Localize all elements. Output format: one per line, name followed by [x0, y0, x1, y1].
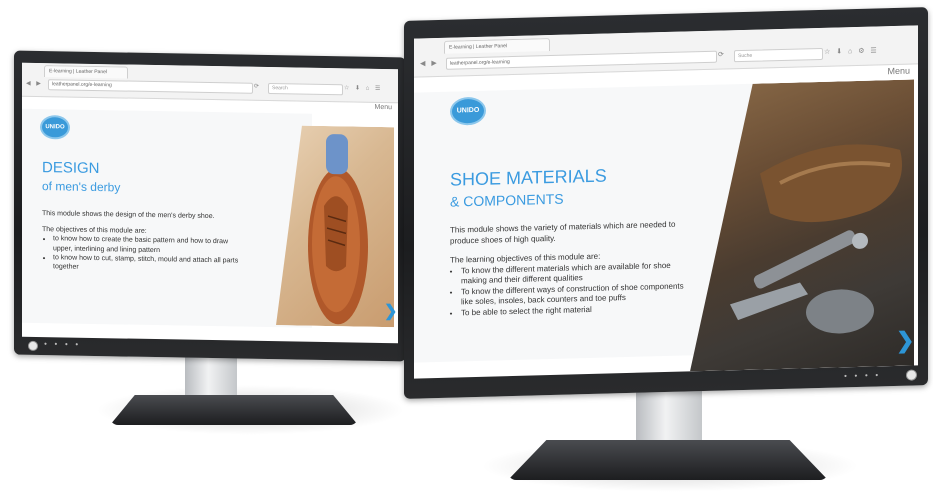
unido-logo-icon: UNIDO	[450, 96, 486, 126]
right-next-arrow-icon[interactable]: ❯	[896, 327, 914, 353]
right-objectives-list: To know the different materials which ar…	[450, 260, 686, 319]
right-intro-text: This module shows the variety of materia…	[450, 219, 676, 246]
left-bezel-buttons[interactable]: ● ● ● ●	[44, 341, 81, 348]
right-page-subtitle: & COMPONENTS	[450, 190, 564, 210]
right-url-bar[interactable]: leatherpanel.org/e-learning	[446, 50, 717, 70]
right-power-icon[interactable]	[906, 369, 917, 381]
right-search-input[interactable]: Suche	[734, 47, 823, 63]
left-tab-title: E-learning | Leather Panel	[49, 68, 108, 76]
left-menu-link[interactable]: Menu	[374, 104, 392, 111]
left-page-subtitle: of men's derby	[42, 179, 121, 195]
left-browser-toolbar: E-learning | Leather Panel ◀ ▶ leatherpa…	[22, 62, 398, 104]
left-url-text: leatherpanel.org/e-learning	[52, 81, 112, 89]
left-search-input[interactable]: Search	[268, 83, 343, 96]
right-tab-title: E-learning | Leather Panel	[449, 43, 508, 51]
right-menu-link[interactable]: Menu	[887, 66, 910, 77]
right-bezel-buttons[interactable]: ● ● ● ●	[844, 372, 881, 379]
right-browser-tab[interactable]: E-learning | Leather Panel	[444, 38, 550, 54]
left-reload-icon[interactable]: ⟳	[254, 83, 261, 90]
left-page-title: DESIGN	[42, 159, 100, 178]
right-monitor-bezel: E-learning | Leather Panel ◀ ▶ leatherpa…	[404, 7, 928, 399]
left-monitor-base	[110, 395, 358, 425]
left-intro-text: This module shows the design of the men'…	[42, 210, 215, 221]
right-monitor-base	[508, 440, 828, 480]
right-nav-icons[interactable]: ◀ ▶	[420, 59, 439, 67]
left-power-icon[interactable]	[28, 340, 38, 351]
right-description: This module shows the variety of materia…	[450, 219, 686, 319]
left-url-bar[interactable]: leatherpanel.org/e-learning	[48, 79, 253, 94]
left-next-arrow-icon[interactable]: ❯	[384, 301, 397, 321]
right-reload-icon[interactable]: ⟳	[718, 50, 726, 58]
right-browser-toolbar: E-learning | Leather Panel ◀ ▶ leatherpa…	[414, 25, 918, 78]
right-url-text: leatherpanel.org/e-learning	[450, 59, 510, 67]
left-description: This module shows the design of the men'…	[42, 209, 242, 275]
list-item: to know how to cut, stamp, stitch, mould…	[53, 253, 242, 275]
left-search-placeholder: Search	[272, 85, 288, 92]
unido-logo-icon: UNIDO	[40, 115, 70, 140]
right-search-placeholder: Suche	[738, 52, 753, 60]
right-toolbar-icons[interactable]: ☆ ⬇ ⌂ ⚙ ☰	[824, 46, 879, 55]
left-screen: E-learning | Leather Panel ◀ ▶ leatherpa…	[22, 62, 398, 344]
right-screen: E-learning | Leather Panel ◀ ▶ leatherpa…	[414, 25, 918, 379]
right-page-title: SHOE MATERIALS	[450, 165, 607, 190]
left-nav-icons[interactable]: ◀ ▶	[26, 80, 43, 87]
left-toolbar-icons[interactable]: ☆ ⬇ ⌂ ☰	[344, 84, 382, 92]
left-content-panel: UNIDO DESIGN of men's derby This module …	[22, 108, 312, 328]
left-browser-tab[interactable]: E-learning | Leather Panel	[44, 65, 128, 79]
left-monitor-bezel: E-learning | Leather Panel ◀ ▶ leatherpa…	[14, 50, 406, 362]
left-objectives-list: to know how to create the basic pattern …	[42, 235, 242, 275]
